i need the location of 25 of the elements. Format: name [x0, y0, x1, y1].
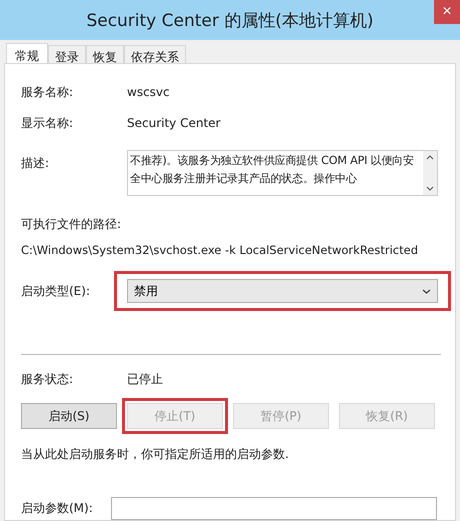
scrollbar[interactable] [423, 151, 437, 195]
field-label: 启动参数(M): [21, 500, 94, 517]
field-label: 描述: [21, 155, 50, 172]
scroll-down-icon[interactable] [426, 186, 434, 191]
tab[interactable]: 登录 [48, 45, 86, 63]
tab[interactable]: 恢复 [86, 45, 124, 63]
field-label: 显示名称: [21, 114, 74, 132]
close-button[interactable]: × [434, 0, 460, 24]
field-label: 可执行文件的路径: [21, 216, 122, 233]
field-value: 已停止 [127, 371, 163, 388]
field-value: wscsvc [127, 85, 170, 99]
field-label: 服务名称: [21, 84, 74, 100]
field-value: Security Center [127, 116, 220, 130]
hint-text: 当从此处启动服务时，你可指定所适用的启动参数. [21, 446, 290, 463]
field-label: 服务状态: [21, 371, 74, 388]
field-label: 启动类型(E): [21, 282, 91, 300]
description-text: 不推荐)。该服务为独立软件供应商提供 COM API 以便向安全中心服务注册并记录其产品的状态。操作中心 [129, 153, 415, 187]
field-value: C:\Windows\System32\svchost.exe -k LocalServiceNetworkRestricted [21, 243, 420, 257]
start-parameters-field[interactable] [111, 497, 437, 520]
window-title: Security Center 的属性(本地计算机) [86, 10, 374, 32]
tab[interactable]: 常规 [6, 43, 48, 63]
startup-type-dropdown[interactable]: 禁用 [127, 279, 438, 303]
tab[interactable]: 依存关系 [124, 45, 186, 63]
action-button[interactable]: 启动(S) [21, 403, 117, 429]
scroll-up-icon[interactable] [426, 155, 434, 160]
